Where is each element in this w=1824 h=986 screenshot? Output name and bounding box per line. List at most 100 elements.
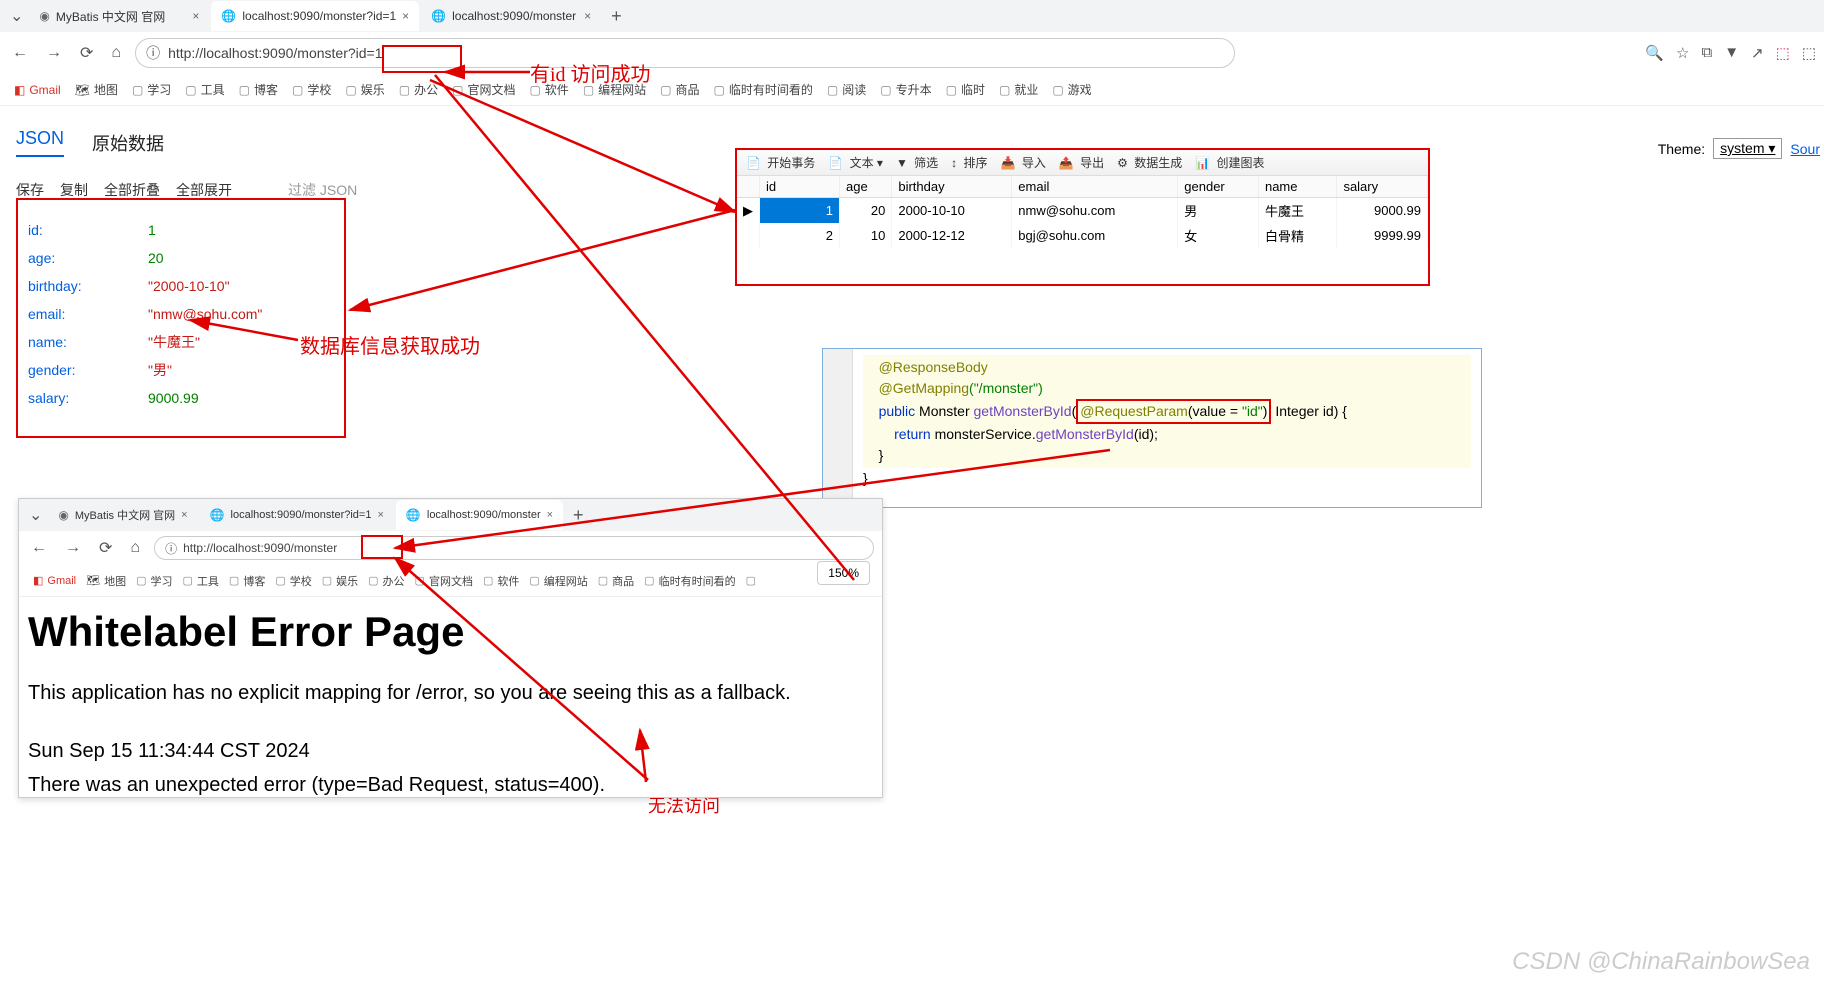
filter-input[interactable]: 过滤 JSON	[288, 180, 357, 200]
btn-transaction[interactable]: 📄 开始事务	[743, 154, 821, 171]
info-icon: ⓘ	[146, 43, 160, 63]
tab-mybatis[interactable]: ◉MyBatis 中文网 官网×	[29, 1, 209, 31]
star-icon[interactable]: ☆	[1676, 44, 1689, 62]
expand-all-button[interactable]: 全部展开	[176, 180, 232, 200]
url2-highlight	[361, 535, 403, 559]
bm-job[interactable]: ▢ 就业	[999, 81, 1038, 98]
tab-json[interactable]: JSON	[16, 128, 64, 157]
json-viewer-tools: 保存 复制 全部折叠 全部展开 过滤 JSON	[16, 180, 357, 200]
url-bar-2[interactable]: ⓘhttp://localhost:9090/monster	[154, 536, 874, 560]
filter-icon[interactable]: ▼	[1724, 44, 1739, 62]
url-id-highlight	[382, 45, 462, 73]
table-row[interactable]: ▶1202000-10-10nmw@sohu.com男牛魔王9000.99	[737, 198, 1428, 224]
annotation-db-ok: 数据库信息获取成功	[300, 330, 480, 359]
bm-blog[interactable]: ▢ 博客	[239, 81, 278, 98]
tab2-id[interactable]: 🌐localhost:9090/monster?id=1×	[200, 500, 394, 530]
tab2-mybatis[interactable]: ◉MyBatis 中文网 官网×	[48, 500, 197, 530]
ext-icon[interactable]: ↗	[1751, 44, 1764, 62]
error-page: Whitelabel Error Page This application h…	[28, 598, 791, 802]
bm-goods[interactable]: ▢ 商品	[660, 81, 699, 98]
bm-school[interactable]: ▢ 学校	[292, 81, 331, 98]
requestparam-highlight: @RequestParam(value = "id")	[1076, 399, 1271, 424]
new-tab-button[interactable]: +	[603, 6, 630, 27]
db-panel: 📄 开始事务 📄 文本 ▾ ▼ 筛选 ↕ 排序 📥 导入 📤 导出 ⚙ 数据生成…	[735, 148, 1430, 286]
search-icon[interactable]: 🔍	[1645, 44, 1664, 62]
key-name: name:	[28, 328, 148, 356]
theme-select[interactable]: system ▾	[1713, 138, 1782, 159]
key-salary: salary:	[28, 384, 148, 412]
gutter	[823, 349, 853, 507]
db-table: idagebirthdayemailgendernamesalary ▶1202…	[737, 176, 1428, 248]
code-body: @ResponseBody @GetMapping("/monster") pu…	[823, 349, 1481, 495]
forward-icon[interactable]: →	[61, 539, 85, 557]
tab2-monster[interactable]: 🌐localhost:9090/monster×	[396, 500, 563, 530]
btn-sort[interactable]: ↕ 排序	[948, 154, 993, 171]
forward-icon[interactable]: →	[42, 44, 66, 62]
tab-monster-id[interactable]: 🌐localhost:9090/monster?id=1×	[211, 1, 419, 31]
bm-study[interactable]: ▢ 学习	[132, 81, 171, 98]
bm-gmail[interactable]: ◧ Gmail	[14, 83, 61, 97]
bm-map[interactable]: 🗺 地图	[75, 81, 118, 98]
key-age: age:	[28, 244, 148, 272]
bm-read[interactable]: ▢ 阅读	[827, 81, 866, 98]
theme-bar: Theme: system ▾ Sour	[1658, 138, 1820, 159]
json-viewer-tabs: JSON 原始数据	[16, 128, 164, 157]
globe-icon: 🌐	[221, 9, 236, 23]
puzzle-icon[interactable]: ⬚	[1802, 44, 1816, 62]
bm-tmp[interactable]: ▢ 临时有时间看的	[714, 81, 813, 98]
tab-raw[interactable]: 原始数据	[92, 130, 164, 156]
error-timestamp: Sun Sep 15 11:34:44 CST 2024	[28, 734, 791, 768]
bm-tool[interactable]: ▢ 工具	[185, 81, 224, 98]
bookmarks-bar: ◧ Gmail 🗺 地图 ▢ 学习 ▢ 工具 ▢ 博客 ▢ 学校 ▢ 娱乐 ▢ …	[0, 74, 1824, 106]
back-icon[interactable]: ←	[8, 44, 32, 62]
browser-chrome: ⌄ ◉MyBatis 中文网 官网× 🌐localhost:9090/monst…	[0, 0, 1824, 118]
code-editor: @ResponseBody @GetMapping("/monster") pu…	[822, 348, 1482, 508]
home-icon[interactable]: ⌂	[126, 539, 144, 557]
bm-tmp2[interactable]: ▢ 临时	[946, 81, 985, 98]
bm-up[interactable]: ▢ 专升本	[880, 81, 931, 98]
error-heading: Whitelabel Error Page	[28, 598, 791, 676]
btn-export[interactable]: 📤 导出	[1056, 154, 1110, 171]
bm-docs[interactable]: ▢ 官网文档	[452, 81, 515, 98]
bookmarks-bar-2: ◧ Gmail 🗺 地图 ▢ 学习 ▢ 工具 ▢ 博客 ▢ 学校 ▢ 娱乐 ▢ …	[19, 565, 882, 597]
btn-gen[interactable]: ⚙ 数据生成	[1114, 154, 1188, 171]
bm-game[interactable]: ▢ 游戏	[1052, 81, 1091, 98]
copy-button[interactable]: 复制	[60, 180, 88, 200]
btn-filter[interactable]: ▼ 筛选	[893, 154, 944, 171]
collapse-all-button[interactable]: 全部折叠	[104, 180, 160, 200]
key-email: email:	[28, 300, 148, 328]
globe-icon: ◉	[39, 9, 49, 23]
sour-link[interactable]: Sour	[1790, 141, 1820, 157]
btn-chart[interactable]: 📊 创建图表	[1192, 154, 1270, 171]
reload-icon[interactable]: ⟳	[76, 43, 97, 63]
json-output: id:1 age:20 birthday:"2000-10-10" email:…	[16, 198, 346, 438]
copy-icon[interactable]: ⧉	[1701, 44, 1712, 62]
new-tab-button[interactable]: +	[565, 505, 592, 526]
key-birthday: birthday:	[28, 272, 148, 300]
home-icon[interactable]: ⌂	[107, 44, 125, 62]
toolbar-right: 🔍 ☆ ⧉ ▼ ↗ ⬚ ⬚	[1645, 44, 1816, 62]
bm-office[interactable]: ▢ 办公	[399, 81, 438, 98]
bm-ent[interactable]: ▢ 娱乐	[345, 81, 384, 98]
table-row[interactable]: 2102000-12-12bgj@sohu.com女白骨精9999.99	[737, 223, 1428, 248]
reload-icon[interactable]: ⟳	[95, 538, 116, 558]
close-icon[interactable]: ×	[584, 9, 591, 23]
chevron-down-icon[interactable]: ⌄	[6, 6, 27, 26]
btn-text[interactable]: 📄 文本 ▾	[825, 154, 889, 171]
app-icon[interactable]: ⬚	[1776, 44, 1790, 62]
db-toolbar: 📄 开始事务 📄 文本 ▾ ▼ 筛选 ↕ 排序 📥 导入 📤 导出 ⚙ 数据生成…	[737, 150, 1428, 176]
url-bar[interactable]: ⓘhttp://localhost:9090/monster?id=1	[135, 38, 1235, 68]
tab-monster[interactable]: 🌐localhost:9090/monster×	[421, 1, 601, 31]
btn-import[interactable]: 📥 导入	[998, 154, 1052, 171]
back-icon[interactable]: ←	[27, 539, 51, 557]
save-button[interactable]: 保存	[16, 180, 44, 200]
tab-strip: ⌄ ◉MyBatis 中文网 官网× 🌐localhost:9090/monst…	[0, 0, 1824, 32]
error-text2: There was an unexpected error (type=Bad …	[28, 768, 791, 802]
annotation-success: 有id 访问成功	[530, 58, 651, 87]
close-icon[interactable]: ×	[402, 9, 409, 23]
zoom-badge[interactable]: 150%	[817, 561, 870, 585]
chevron-down-icon[interactable]: ⌄	[25, 505, 46, 525]
close-icon[interactable]: ×	[192, 9, 199, 23]
tab-strip-2: ⌄ ◉MyBatis 中文网 官网× 🌐localhost:9090/monst…	[19, 499, 882, 531]
watermark: CSDN @ChinaRainbowSea	[1512, 948, 1810, 976]
